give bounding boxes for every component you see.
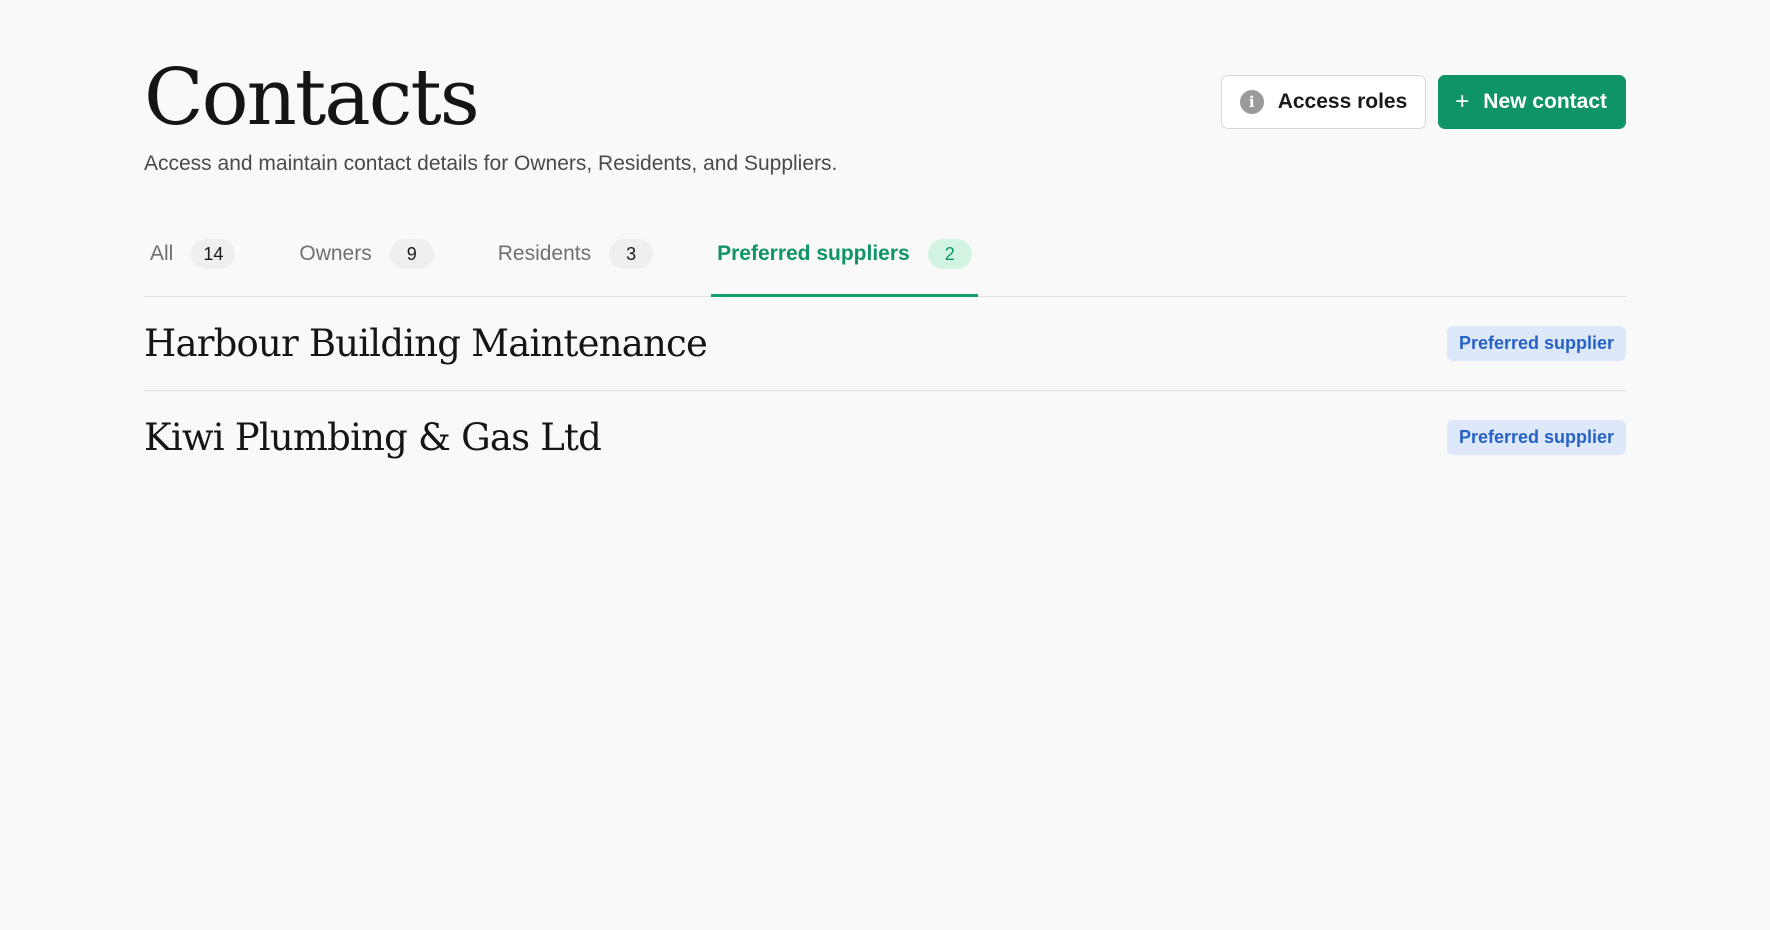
tab-count-badge: 14	[191, 239, 236, 269]
info-icon: i	[1239, 90, 1264, 114]
contact-name: Harbour Building Maintenance	[144, 322, 708, 365]
tab-label: All	[150, 242, 174, 265]
list-item[interactable]: Kiwi Plumbing & Gas Ltd Preferred suppli…	[144, 391, 1626, 484]
tab-label: Owners	[299, 242, 372, 265]
plus-icon: +	[1455, 88, 1470, 115]
access-roles-label: Access roles	[1277, 90, 1408, 113]
contact-name: Kiwi Plumbing & Gas Ltd	[144, 416, 602, 459]
tab-label: Residents	[497, 242, 592, 265]
preferred-supplier-badge: Preferred supplier	[1446, 420, 1626, 455]
preferred-supplier-badge: Preferred supplier	[1446, 326, 1626, 361]
tab-preferred-suppliers[interactable]: Preferred suppliers 2	[711, 226, 978, 297]
tab-owners[interactable]: Owners 9	[293, 226, 439, 282]
tab-label: Preferred suppliers	[717, 242, 910, 265]
contacts-list: Harbour Building Maintenance Preferred s…	[144, 297, 1626, 484]
tab-all[interactable]: All 14	[144, 226, 241, 282]
new-contact-label: New contact	[1483, 90, 1607, 113]
tab-count-badge: 2	[927, 239, 972, 269]
tab-count-badge: 9	[389, 239, 434, 269]
header-actions: i Access roles + New contact	[1220, 75, 1626, 129]
list-item[interactable]: Harbour Building Maintenance Preferred s…	[144, 297, 1626, 391]
new-contact-button[interactable]: + New contact	[1438, 75, 1626, 129]
page-title: Contacts	[144, 53, 480, 143]
tab-count-badge: 3	[609, 239, 654, 269]
contact-tabs: All 14 Owners 9 Residents 3 Preferred su…	[144, 226, 1626, 297]
tab-residents[interactable]: Residents 3	[492, 226, 659, 282]
access-roles-button[interactable]: i Access roles	[1220, 75, 1427, 129]
contacts-page: Contacts Access and maintain contact det…	[0, 0, 1770, 930]
page-subtitle: Access and maintain contact details for …	[144, 152, 838, 175]
